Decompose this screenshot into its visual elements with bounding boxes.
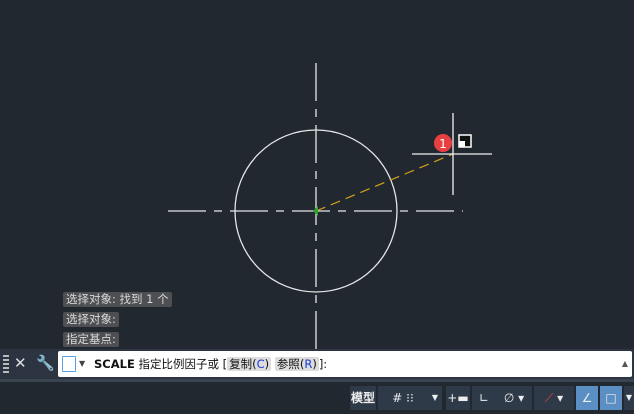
object-snap-tracking-icon[interactable]: ∠: [576, 386, 598, 410]
chevron-down-icon[interactable]: ▼: [624, 386, 634, 410]
option-label: 复制: [229, 357, 253, 371]
model-space-button[interactable]: 模型: [350, 386, 376, 410]
chevron-down-icon[interactable]: ▼: [428, 386, 442, 410]
command-input[interactable]: ▼ SCALE 指定比例因子或 [复制(C) 参照(R)]: ▲: [58, 351, 632, 377]
chevron-up-icon[interactable]: ▲: [622, 351, 628, 377]
scale-cursor-icon-fill: [459, 141, 465, 147]
option-key: R: [304, 357, 313, 371]
command-prompt: 指定比例因子或: [138, 357, 219, 371]
option-key: C: [256, 357, 265, 371]
bracket: ]:: [318, 357, 328, 371]
grid-button[interactable]: # ⁝⁝: [378, 386, 428, 410]
drag-handle[interactable]: [3, 355, 9, 373]
status-bar: 模型 # ⁝⁝ ▼ +▬ ∟ ∅ ▾ ⟋ ▾ ∠ □ ▼: [0, 379, 634, 414]
ortho-icon[interactable]: ∟: [472, 386, 496, 410]
object-snap-icon[interactable]: □: [600, 386, 622, 410]
command-name: SCALE: [94, 357, 135, 371]
snap-icon: ⁝⁝: [406, 391, 414, 405]
dynamic-input-icon[interactable]: +▬: [446, 386, 470, 410]
rubberband-line: [315, 153, 454, 212]
history-line: 选择对象:: [63, 312, 119, 327]
history-line: 选择对象: 找到 1 个: [63, 292, 172, 307]
option-reference[interactable]: 参照(R): [274, 357, 319, 371]
option-copy[interactable]: 复制(C): [227, 357, 272, 371]
grid-icon: #: [392, 391, 403, 405]
command-line: ✕ 🔧 ▼ SCALE 指定比例因子或 [复制(C) 参照(R)]: ▲: [0, 349, 634, 379]
close-icon[interactable]: ✕: [14, 354, 27, 372]
recent-commands-icon[interactable]: [62, 356, 76, 372]
chevron-down-icon[interactable]: ▼: [79, 351, 85, 377]
history-line: 指定基点:: [63, 332, 119, 347]
option-label: 参照: [276, 357, 300, 371]
step-badge-number: 1: [439, 137, 447, 151]
wrench-icon[interactable]: 🔧: [36, 354, 55, 372]
isodraft-icon[interactable]: ⟋ ▾: [534, 386, 574, 410]
polar-tracking-icon[interactable]: ∅ ▾: [496, 386, 532, 410]
